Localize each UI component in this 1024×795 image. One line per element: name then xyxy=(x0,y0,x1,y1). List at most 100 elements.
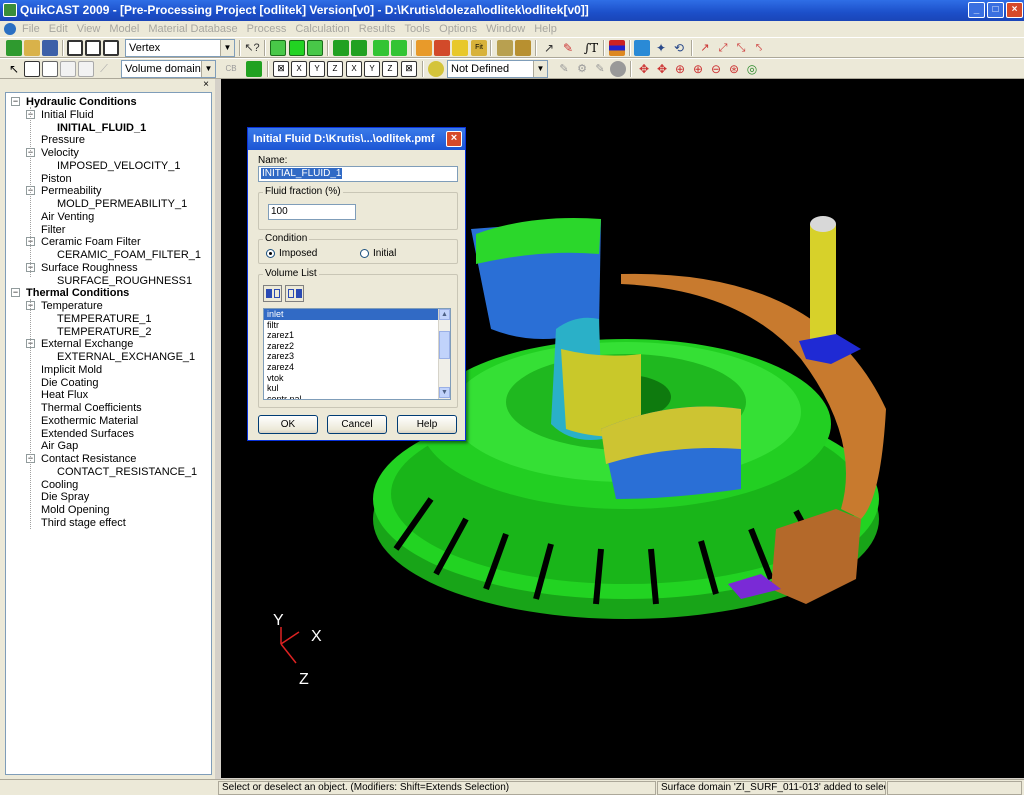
tree-item[interactable]: CONTACT_RESISTANCE_1 xyxy=(57,466,197,478)
disabled-tool-icon[interactable]: ⚙ xyxy=(574,61,590,77)
zoom-out-icon[interactable]: ⊖ xyxy=(708,61,724,77)
save-icon[interactable] xyxy=(42,40,58,56)
menu-material-database[interactable]: Material Database xyxy=(148,23,237,35)
zoom-in-icon[interactable]: ⊕ xyxy=(690,61,706,77)
pan-icon[interactable]: ✥ xyxy=(636,61,652,77)
zoom-icon[interactable]: ⊕ xyxy=(672,61,688,77)
tree-item[interactable]: Hydraulic Conditions xyxy=(26,96,137,108)
tree-item[interactable]: Exothermic Material xyxy=(41,415,138,427)
chevron-down-icon[interactable]: ▼ xyxy=(201,61,215,77)
ok-button[interactable]: OK xyxy=(258,415,318,434)
polygon-select-icon[interactable] xyxy=(60,61,76,77)
volume-list-item[interactable]: centr nal xyxy=(264,394,450,399)
view-fit-icon[interactable]: ⊠ xyxy=(273,61,289,77)
tree-item[interactable]: Ceramic Foam Filter xyxy=(41,236,141,248)
tree-item[interactable]: TEMPERATURE_2 xyxy=(57,326,152,338)
volume-listbox[interactable]: inlet filtr zarez1 zarez2 zarez3 zarez4 vtok ku… xyxy=(263,308,451,400)
tree-item[interactable]: Mold Opening xyxy=(41,504,110,516)
ruler-icon[interactable]: ✎ xyxy=(560,40,576,56)
wand-icon[interactable]: ⟋ xyxy=(96,61,112,77)
label-icon[interactable]: Fit xyxy=(471,40,487,56)
tree-item[interactable]: EXTERNAL_EXCHANGE_1 xyxy=(57,351,195,363)
dialog-close-button[interactable]: × xyxy=(446,131,462,147)
tree-item[interactable]: IMPOSED_VELOCITY_1 xyxy=(57,160,181,172)
maximize-button[interactable]: □ xyxy=(987,2,1004,18)
tree-item[interactable]: Permeability xyxy=(41,185,102,197)
tree-item[interactable]: Air Gap xyxy=(41,440,78,452)
tree-item[interactable]: MOLD_PERMEABILITY_1 xyxy=(57,198,187,210)
help-button[interactable]: Help xyxy=(397,415,457,434)
menu-help[interactable]: Help xyxy=(534,23,557,35)
new-project-icon[interactable] xyxy=(6,40,22,56)
tree-item[interactable]: Contact Resistance xyxy=(41,453,136,465)
volume-select-icon[interactable]: ⤣ xyxy=(751,40,767,56)
tree-item[interactable]: Pressure xyxy=(41,134,85,146)
tree-item[interactable]: Thermal Conditions xyxy=(26,287,129,299)
mold-icon[interactable] xyxy=(515,40,531,56)
pan-icon[interactable]: ✥ xyxy=(654,61,670,77)
tree-item[interactable]: Die Spray xyxy=(41,491,89,503)
open-icon[interactable] xyxy=(24,40,40,56)
layout-split-icon[interactable] xyxy=(85,40,101,56)
tree-item[interactable]: CERAMIC_FOAM_FILTER_1 xyxy=(57,249,201,261)
tree-item[interactable]: INITIAL_FLUID_1 xyxy=(57,122,146,134)
menu-edit[interactable]: Edit xyxy=(49,23,68,35)
tree-item[interactable]: Piston xyxy=(41,173,72,185)
menu-results[interactable]: Results xyxy=(359,23,396,35)
edge-select-icon[interactable]: ⤢ xyxy=(715,40,731,56)
tree-item[interactable]: Filter xyxy=(41,224,65,236)
box-icon[interactable] xyxy=(391,40,407,56)
state-select[interactable]: Not Defined ▼ xyxy=(447,60,548,78)
layout-windows-icon[interactable] xyxy=(103,40,119,56)
color-map-icon[interactable] xyxy=(609,40,625,56)
view-z-icon[interactable]: Z xyxy=(327,61,343,77)
pick-help-icon[interactable]: ↖? xyxy=(244,40,260,56)
tree-item[interactable]: Cooling xyxy=(41,479,78,491)
surface-grid-icon[interactable] xyxy=(307,40,323,56)
tree-item[interactable]: Heat Flux xyxy=(41,389,88,401)
view-y-icon[interactable]: Y xyxy=(309,61,325,77)
fill-icon[interactable] xyxy=(634,40,650,56)
volume-open-icon[interactable] xyxy=(351,40,367,56)
scroll-down-icon[interactable]: ▼ xyxy=(439,387,450,398)
face-select-icon[interactable]: ⤡ xyxy=(733,40,749,56)
scroll-thumb[interactable] xyxy=(439,331,450,359)
explode-icon[interactable] xyxy=(416,40,432,56)
tree-item[interactable]: Thermal Coefficients xyxy=(41,402,142,414)
disabled-tool-icon[interactable]: ✎ xyxy=(556,61,572,77)
tree-item[interactable]: Initial Fluid xyxy=(41,109,94,121)
volume-list-item[interactable]: inlet xyxy=(264,309,450,320)
initial-radio[interactable] xyxy=(360,249,369,258)
fluid-fraction-field[interactable]: 100 xyxy=(268,204,356,220)
function-icon[interactable]: ∫T xyxy=(583,40,599,56)
tree-collapse-icon[interactable]: − xyxy=(11,97,20,106)
tree-item[interactable]: TEMPERATURE_1 xyxy=(57,313,152,325)
select-all-icon[interactable] xyxy=(263,285,282,302)
minimize-button[interactable]: _ xyxy=(968,2,985,18)
cb-button[interactable]: CB xyxy=(222,61,240,77)
menu-model[interactable]: Model xyxy=(109,23,139,35)
box-select-icon[interactable] xyxy=(24,61,40,77)
view-neg-x-icon[interactable]: X xyxy=(346,61,362,77)
cut-plane-icon[interactable] xyxy=(434,40,450,56)
tree-item[interactable]: External Exchange xyxy=(41,338,133,350)
tree-item[interactable]: SURFACE_ROUGHNESS1 xyxy=(57,275,192,287)
chevron-down-icon[interactable]: ▼ xyxy=(220,40,234,56)
close-icon[interactable]: × xyxy=(201,80,211,90)
tree-item[interactable]: Third stage effect xyxy=(41,517,126,529)
view-x-icon[interactable]: X xyxy=(291,61,307,77)
tree-collapse-icon[interactable]: − xyxy=(11,288,20,298)
entity-type-select[interactable]: Vertex ▼ xyxy=(125,39,235,57)
volume-list-item[interactable]: zarez4 xyxy=(264,362,450,373)
rotate-icon[interactable]: ⟲ xyxy=(671,40,687,56)
scroll-up-icon[interactable]: ▲ xyxy=(439,309,450,320)
wrench-icon[interactable]: ✦ xyxy=(653,40,669,56)
measure-icon[interactable]: ↗ xyxy=(541,40,557,56)
deselect-all-icon[interactable] xyxy=(285,285,304,302)
volume-list-item[interactable]: vtok xyxy=(264,373,450,384)
solid-view-icon[interactable] xyxy=(289,40,305,56)
view-neg-y-icon[interactable]: Y xyxy=(364,61,380,77)
layout-single-icon[interactable] xyxy=(67,40,83,56)
menu-tools[interactable]: Tools xyxy=(404,23,430,35)
volume-list-item[interactable]: zarez3 xyxy=(264,351,450,362)
